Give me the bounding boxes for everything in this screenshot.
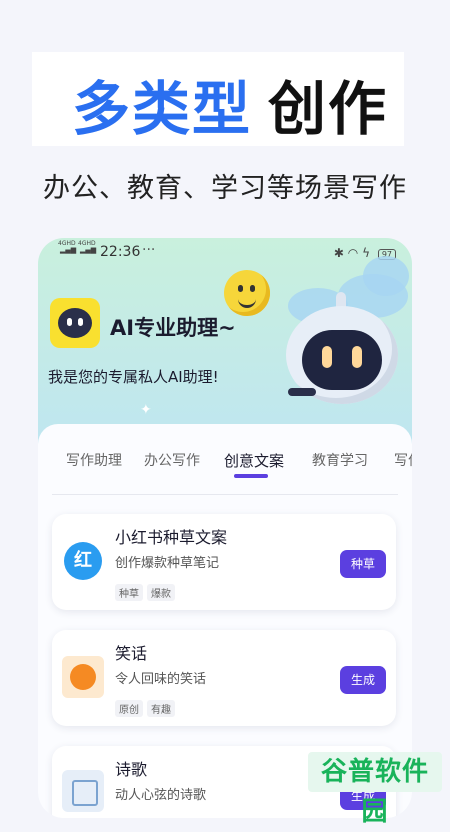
laughing-face-icon: [62, 656, 104, 698]
hero-title-blue: 多类型: [72, 75, 253, 143]
signal-icon: ▂▄▆: [60, 246, 77, 254]
template-card-joke[interactable]: 笑话 令人回味的笑话 原创 有趣 生成: [52, 630, 396, 726]
card-action-button[interactable]: 种草: [340, 550, 386, 578]
poem-scroll-icon: [62, 770, 104, 812]
watermark-logo: 谷普软件园: [308, 752, 442, 827]
tab-writing[interactable]: 写作: [394, 450, 412, 470]
app-logo-icon: [50, 298, 100, 348]
card-tag: 种草: [115, 584, 143, 601]
template-card-xiaohongshu[interactable]: 红 小红书种草文案 创作爆款种草笔记 种草 爆款 种草: [52, 514, 396, 610]
active-tab-indicator: [234, 474, 268, 478]
hero-subtitle: 办公、教育、学习等场景写作: [43, 173, 407, 204]
hero-title: 多类型 创作: [32, 52, 404, 146]
cloud-decoration: [363, 256, 409, 296]
tab-writing-assistant[interactable]: 写作助理: [66, 450, 122, 470]
phone-screen: ▂▄▆ 4GHD ▂▄▆ 4GHD 22:36 ··· ✱ ◠ ϟ 97 AI专…: [38, 238, 412, 818]
card-title: 小红书种草文案: [115, 528, 228, 547]
sparkle-icon: ✦: [140, 402, 152, 418]
charging-icon: ϟ: [362, 246, 370, 260]
status-more-icon: ···: [142, 242, 156, 258]
robot-microphone: [288, 388, 316, 396]
app-title: AI专业助理~: [110, 316, 236, 340]
card-tag: 原创: [115, 700, 143, 717]
card-action-button[interactable]: 生成: [340, 666, 386, 694]
wifi-icon: ◠: [347, 246, 359, 260]
category-tabs: 写作助理 办公写作 创意文案 教育学习 写作: [38, 424, 412, 492]
hero-title-black: 创作: [268, 75, 389, 143]
signal-label-2: 4GHD: [78, 240, 96, 247]
tab-office-writing[interactable]: 办公写作: [144, 450, 200, 470]
signal-label-1: 4GHD: [58, 240, 76, 247]
bluetooth-icon: ✱: [333, 246, 344, 260]
card-tag: 爆款: [147, 584, 175, 601]
card-title: 诗歌: [115, 760, 148, 779]
card-description: 动人心弦的诗歌: [115, 788, 207, 803]
tab-creative-copy[interactable]: 创意文案: [224, 450, 284, 471]
app-subtitle: 我是您的专属私人AI助理!: [48, 368, 219, 386]
tab-education-learning[interactable]: 教育学习: [312, 450, 368, 470]
smiley-emoji-icon: [224, 270, 270, 316]
status-time: 22:36: [100, 244, 141, 260]
status-bar: ▂▄▆ 4GHD ▂▄▆ 4GHD 22:36 ··· ✱ ◠ ϟ 97: [38, 238, 412, 270]
card-title: 笑话: [115, 644, 148, 663]
signal-icon-2: ▂▄▆: [80, 246, 97, 254]
card-description: 令人回味的笑话: [115, 672, 207, 687]
card-tag: 有趣: [147, 700, 175, 717]
card-description: 创作爆款种草笔记: [115, 556, 220, 571]
tab-divider: [52, 494, 398, 495]
xiaohongshu-icon: 红: [64, 542, 102, 580]
